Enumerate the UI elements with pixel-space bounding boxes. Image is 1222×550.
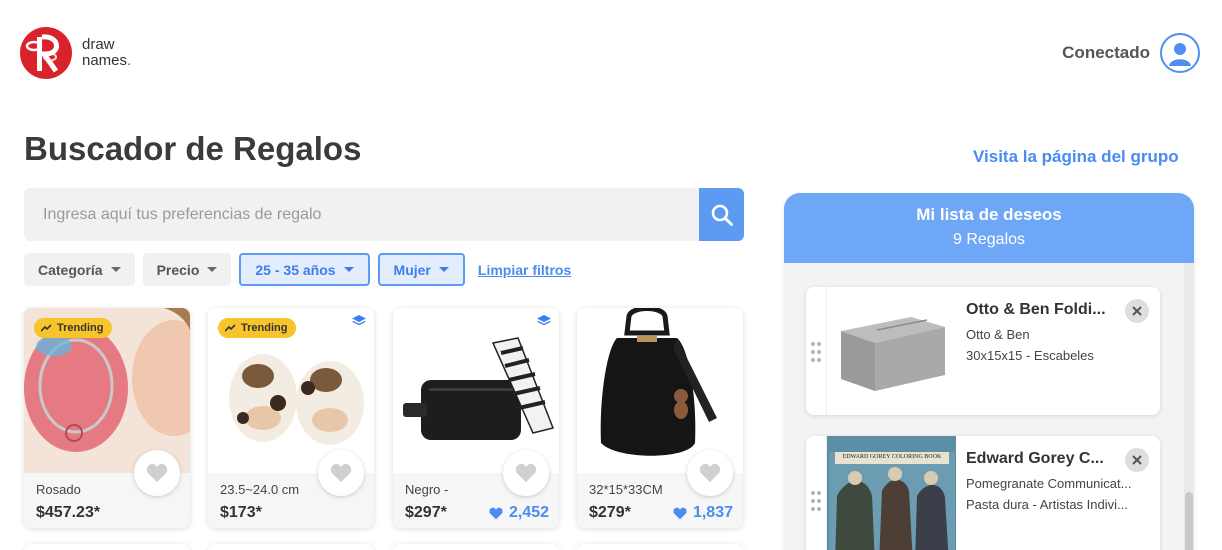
- heart-icon: [330, 463, 352, 483]
- heart-icon: [146, 463, 168, 483]
- logo-dot: .: [127, 52, 132, 69]
- product-card[interactable]: 32*15*33CM $279* 1,837: [577, 308, 743, 528]
- wishlist-scrollbar[interactable]: [1184, 263, 1194, 550]
- user-status-label: Conectado: [1062, 43, 1150, 62]
- heart-icon: [515, 463, 537, 483]
- clear-filters-link[interactable]: Limpiar filtros: [478, 262, 571, 278]
- product-variant: 32*15*33CM: [589, 482, 663, 497]
- heart-icon: [673, 507, 687, 519]
- user-icon: [1169, 43, 1191, 66]
- wishlist-item-image: EDWARD GOREY COLORING BOOK: [826, 436, 956, 550]
- caret-down-icon: [207, 267, 218, 272]
- wishlist-header[interactable]: Mi lista de deseos 9 Regalos: [784, 193, 1194, 263]
- heart-icon: [489, 507, 503, 519]
- product-price: $457.23*: [36, 504, 101, 521]
- close-icon: [1132, 455, 1142, 465]
- layers-icon: [352, 315, 366, 326]
- layers-icon: [537, 315, 551, 326]
- product-card[interactable]: [208, 544, 374, 550]
- trending-badge: Trending: [34, 318, 113, 338]
- product-price: $279*: [589, 504, 631, 521]
- caret-down-icon: [110, 267, 121, 272]
- book-cover-title: EDWARD GOREY COLORING BOOK: [842, 454, 942, 460]
- product-card[interactable]: Trending Rosado $457.23*: [24, 308, 190, 528]
- trending-icon: [41, 324, 52, 332]
- product-image: Trending: [208, 308, 374, 473]
- search-button[interactable]: [699, 188, 744, 241]
- avatar[interactable]: [1160, 33, 1200, 73]
- product-variant: 23.5~24.0 cm: [220, 482, 300, 497]
- product-card[interactable]: Trending 23.5~24.0 cm $173*: [208, 308, 374, 528]
- drag-handle-icon[interactable]: [810, 341, 822, 363]
- wishlist-item-brand: Otto & Ben: [966, 327, 1030, 342]
- product-card[interactable]: Negro - $297* 2,452: [393, 308, 559, 528]
- wishlist-item-brand: Pomegranate Communicat...: [966, 476, 1132, 491]
- product-card[interactable]: [24, 544, 190, 550]
- favorite-button[interactable]: [134, 450, 180, 496]
- drag-handle-icon[interactable]: [810, 490, 822, 512]
- page-title: Buscador de Regalos: [24, 130, 362, 167]
- product-likes: 2,452: [489, 504, 549, 522]
- age-filter-label: 25 - 35 años: [255, 261, 336, 278]
- wishlist-item[interactable]: EDWARD GOREY COLORING BOOK Edward Gorey …: [806, 436, 1160, 550]
- caret-down-icon: [343, 267, 354, 272]
- wishlist-title: Mi lista de deseos: [916, 205, 1062, 224]
- wishlist-count: 9 Regalos: [952, 231, 1026, 248]
- remove-item-button[interactable]: [1125, 448, 1149, 472]
- trending-label: Trending: [241, 322, 288, 334]
- filter-bar: Categoría Precio 25 - 35 años Mujer Limp…: [24, 253, 571, 286]
- age-filter[interactable]: 25 - 35 años: [239, 253, 370, 286]
- price-filter[interactable]: Precio: [142, 253, 232, 286]
- product-image: [577, 308, 743, 473]
- logo-line-1: draw: [82, 36, 115, 53]
- wishlist-item[interactable]: Otto & Ben Foldi... Otto & Ben 30x15x15 …: [806, 287, 1160, 415]
- brand-logo[interactable]: draw names.: [20, 27, 131, 79]
- price-filter-label: Precio: [156, 261, 200, 278]
- heart-icon: [699, 463, 721, 483]
- product-card[interactable]: [393, 544, 559, 550]
- wishlist-item-detail: Pasta dura - Artistas Indivi...: [966, 497, 1128, 512]
- favorite-button[interactable]: [503, 450, 549, 496]
- logo-line-2: names: [82, 52, 128, 69]
- close-icon: [1132, 306, 1142, 316]
- caret-down-icon: [438, 267, 449, 272]
- product-image: Trending: [24, 308, 190, 473]
- category-filter-label: Categoría: [38, 261, 103, 278]
- category-filter[interactable]: Categoría: [24, 253, 135, 286]
- wishlist-panel: Mi lista de deseos 9 Regalos Otto & Ben …: [784, 193, 1194, 550]
- search-input[interactable]: [24, 188, 699, 241]
- search-icon: [711, 204, 733, 226]
- wishlist-item-detail: 30x15x15 - Escabeles: [966, 348, 1094, 363]
- search-bar: [24, 188, 744, 241]
- product-variant: Rosado: [36, 482, 81, 497]
- wishlist-item-image: [826, 287, 956, 415]
- product-price: $173*: [220, 504, 262, 521]
- product-card[interactable]: [577, 544, 743, 550]
- likes-count: 2,452: [508, 504, 549, 521]
- product-likes: 1,837: [673, 504, 733, 522]
- favorite-button[interactable]: [687, 450, 733, 496]
- product-price: $297*: [405, 504, 447, 521]
- group-page-link[interactable]: Visita la página del grupo: [973, 147, 1179, 167]
- user-menu[interactable]: Conectado: [1062, 33, 1200, 73]
- trending-badge: Trending: [218, 318, 297, 338]
- gender-filter[interactable]: Mujer: [377, 253, 465, 286]
- scrollbar-thumb[interactable]: [1185, 492, 1193, 550]
- product-variant: Negro -: [405, 482, 449, 497]
- wishlist-item-title: Otto & Ben Foldi...: [966, 301, 1106, 318]
- trending-label: Trending: [57, 322, 104, 334]
- remove-item-button[interactable]: [1125, 299, 1149, 323]
- product-image: [393, 308, 559, 473]
- logo-wordmark: draw names.: [82, 37, 131, 69]
- favorite-button[interactable]: [318, 450, 364, 496]
- trending-icon: [225, 324, 236, 332]
- logo-mark: [20, 27, 72, 79]
- likes-count: 1,837: [692, 504, 733, 521]
- gender-filter-label: Mujer: [393, 261, 431, 278]
- wishlist-item-title: Edward Gorey C...: [966, 450, 1104, 467]
